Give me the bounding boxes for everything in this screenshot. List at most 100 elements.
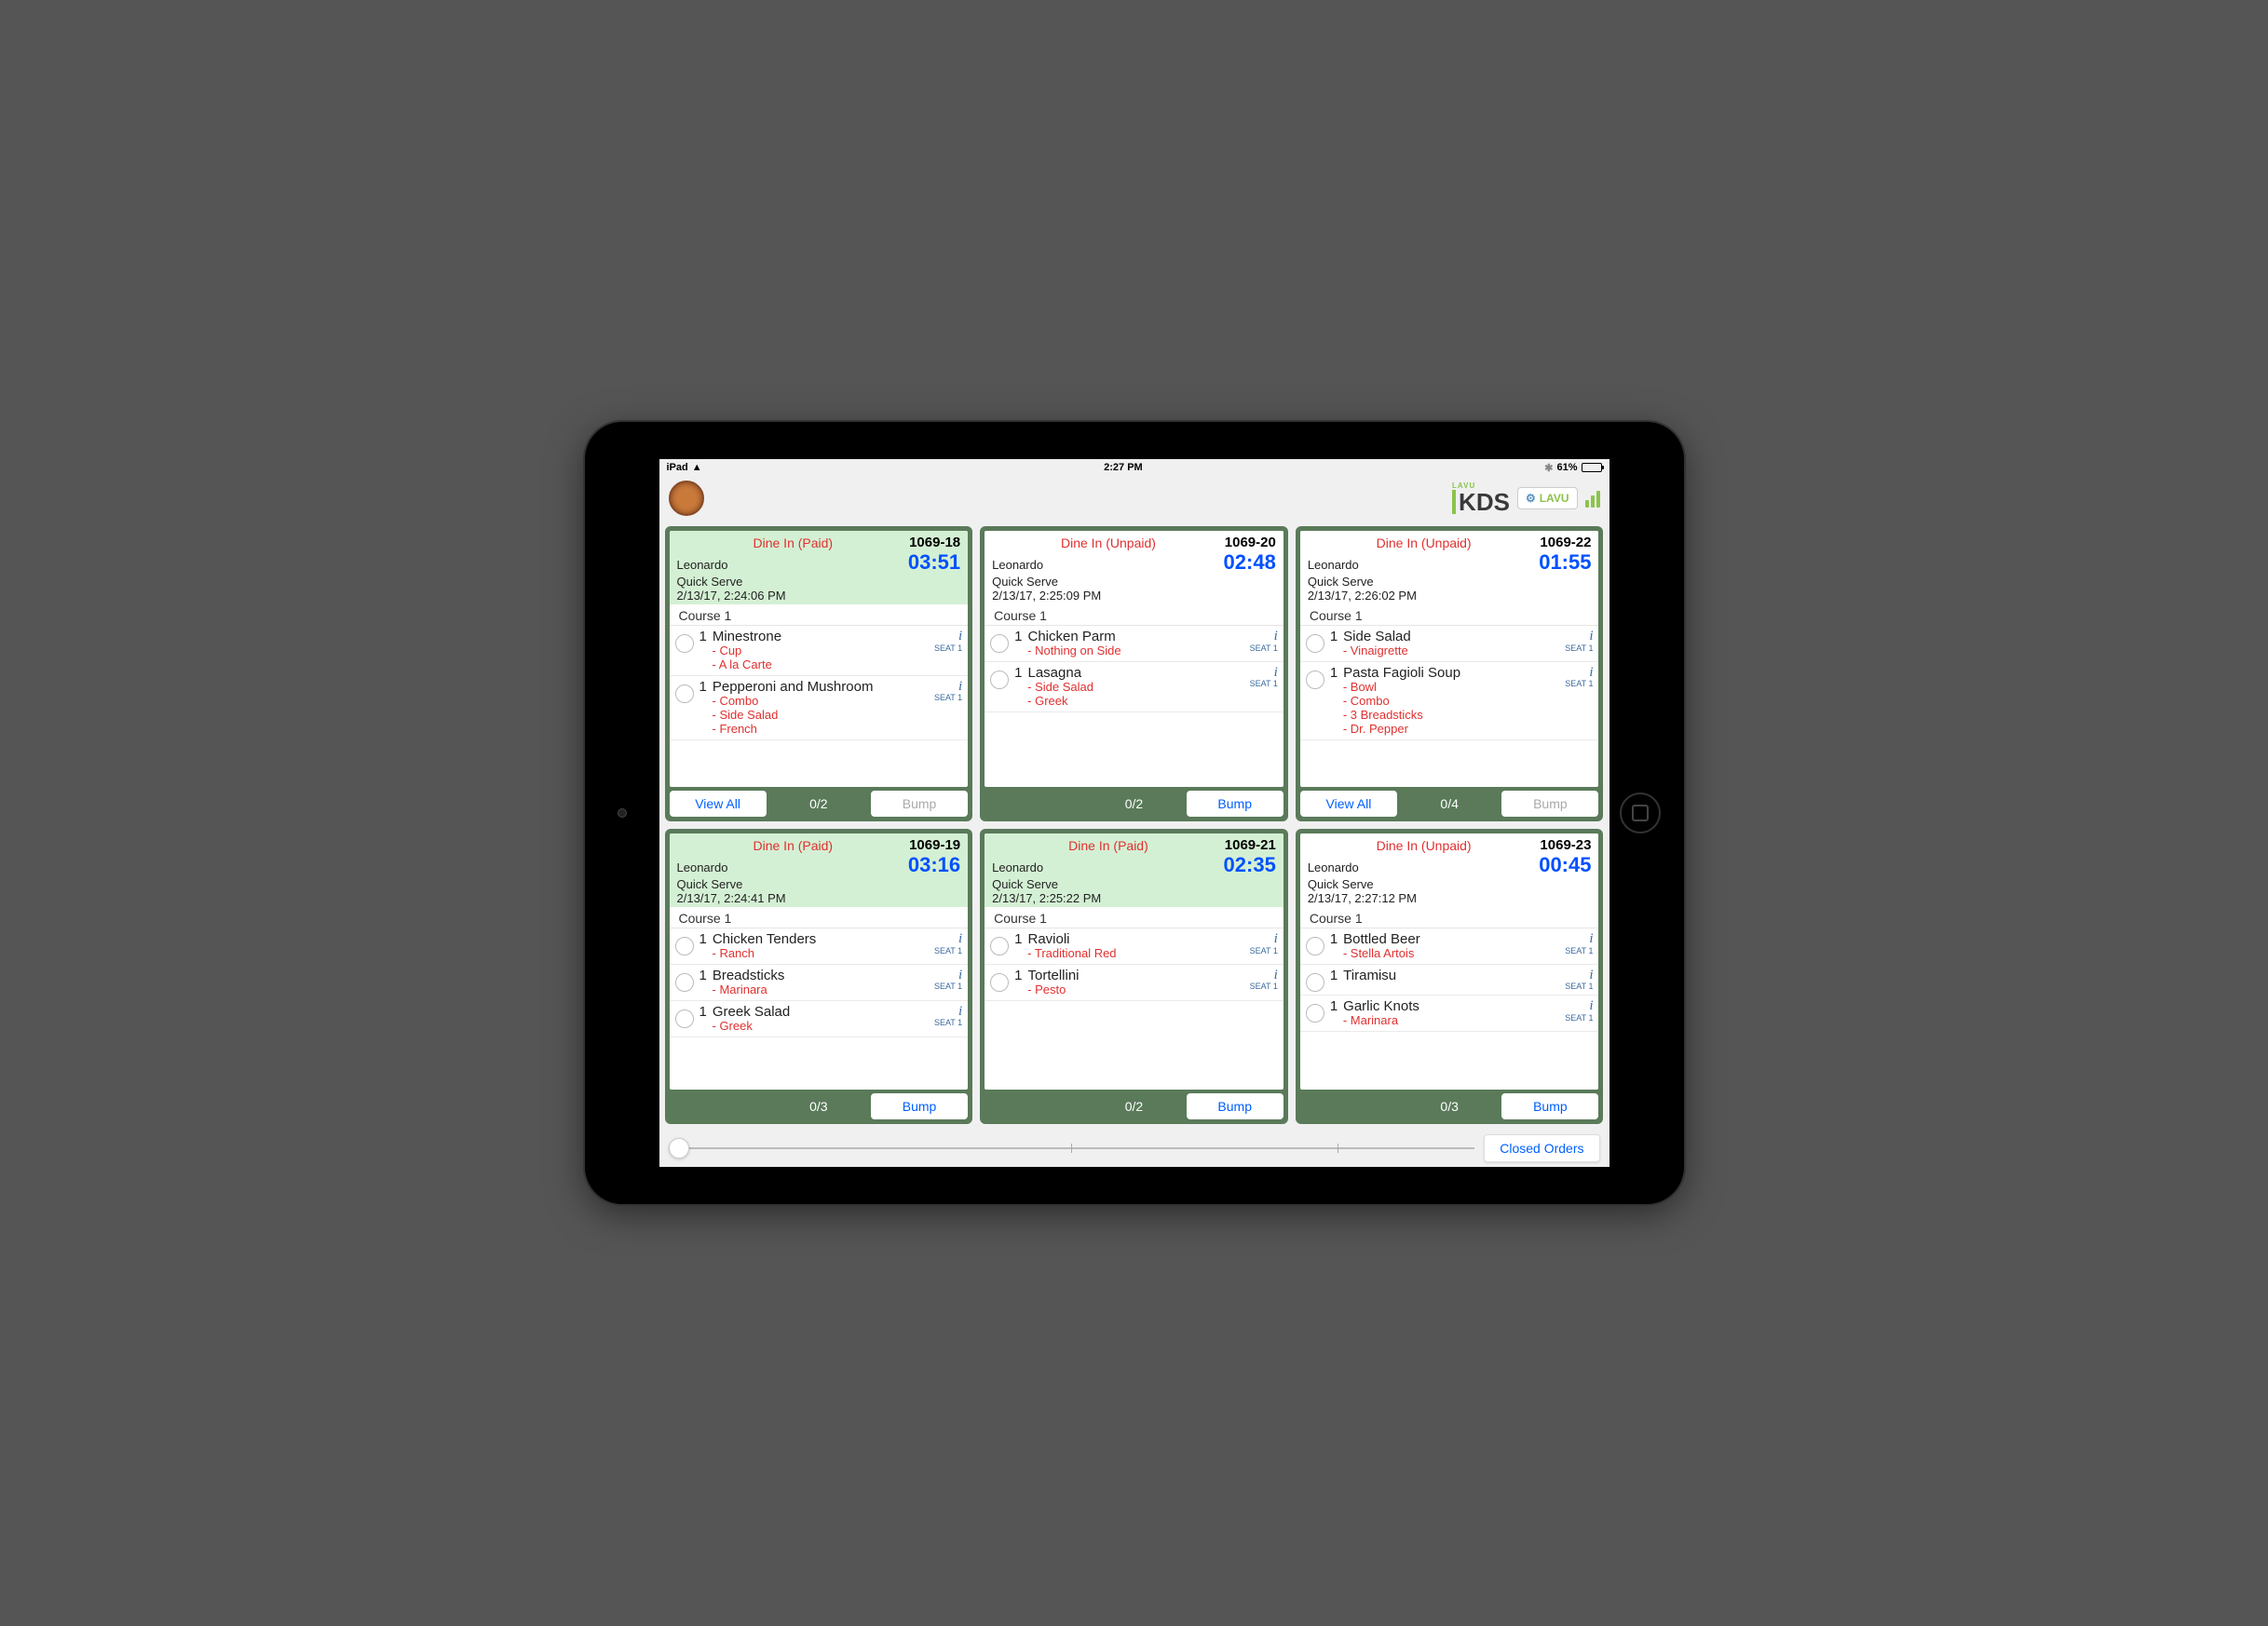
ticket-header[interactable]: Dine In (Paid)1069-18Leonardo03:51Quick … xyxy=(670,531,969,604)
item-checkbox[interactable] xyxy=(675,684,694,703)
ticket-card: Dine In (Unpaid)1069-20Leonardo02:48Quic… xyxy=(980,526,1288,821)
item-name: Chicken Parm xyxy=(1028,629,1116,644)
info-icon[interactable]: i xyxy=(934,1004,962,1020)
course-label: Course 1 xyxy=(670,604,969,626)
ticket-status: Dine In (Unpaid) xyxy=(992,535,1225,550)
ticket-card: Dine In (Unpaid)1069-22Leonardo01:55Quic… xyxy=(1296,526,1604,821)
ticket-item[interactable]: 1Chicken Tenders- RanchiSEAT 1 xyxy=(670,928,969,965)
ticket-header[interactable]: Dine In (Unpaid)1069-22Leonardo01:55Quic… xyxy=(1300,531,1599,604)
ticket-item[interactable]: 1Bottled Beer- Stella ArtoisiSEAT 1 xyxy=(1300,928,1599,965)
ipad-frame: iPad ▲ 2:27 PM ✱ 61% LAVU KDS ⚙ LAVU xyxy=(585,422,1684,1204)
view-all-button[interactable]: View All xyxy=(670,791,767,817)
seat-label: SEAT 1 xyxy=(1565,644,1593,654)
ticket-header[interactable]: Dine In (Paid)1069-21Leonardo02:35Quick … xyxy=(985,833,1283,907)
ticket-status: Dine In (Paid) xyxy=(677,535,910,550)
ticket-order-id: 1069-23 xyxy=(1540,837,1591,853)
item-qty: 1 xyxy=(1014,629,1022,644)
seat-label: SEAT 1 xyxy=(934,694,962,703)
item-checkbox[interactable] xyxy=(675,1009,694,1028)
ticket-status: Dine In (Unpaid) xyxy=(1308,535,1541,550)
item-checkbox[interactable] xyxy=(675,634,694,653)
seat-label: SEAT 1 xyxy=(1250,982,1278,992)
info-icon[interactable]: i xyxy=(1250,665,1278,681)
screen: iPad ▲ 2:27 PM ✱ 61% LAVU KDS ⚙ LAVU xyxy=(659,459,1609,1167)
ticket-item[interactable]: 1Garlic Knots- MarinaraiSEAT 1 xyxy=(1300,996,1599,1032)
ticket-item[interactable]: 1Greek Salad- GreekiSEAT 1 xyxy=(670,1001,969,1037)
info-icon[interactable]: i xyxy=(1565,665,1593,681)
bump-button[interactable]: Bump xyxy=(1187,1093,1283,1119)
ticket-item[interactable]: 1Ravioli- Traditional RediSEAT 1 xyxy=(985,928,1283,965)
info-icon[interactable]: i xyxy=(1565,629,1593,644)
item-checkbox[interactable] xyxy=(1306,937,1324,955)
ticket-item[interactable]: 1Minestrone- Cup- A la CarteiSEAT 1 xyxy=(670,626,969,676)
ticket-item[interactable]: 1Side Salad- VinaigretteiSEAT 1 xyxy=(1300,626,1599,662)
info-icon[interactable]: i xyxy=(934,931,962,947)
pagination-slider[interactable] xyxy=(669,1147,1475,1149)
info-icon[interactable]: i xyxy=(1250,968,1278,983)
info-icon[interactable]: i xyxy=(934,968,962,983)
item-qty: 1 xyxy=(699,968,707,983)
bump-button[interactable]: Bump xyxy=(1187,791,1283,817)
item-modifier: - Side Salad xyxy=(1027,681,1243,695)
ticket-items: 1Ravioli- Traditional RediSEAT 11Tortell… xyxy=(985,928,1283,1090)
ticket-type: Quick Serve xyxy=(992,575,1276,589)
item-checkbox[interactable] xyxy=(675,973,694,992)
ticket-header[interactable]: Dine In (Unpaid)1069-23Leonardo00:45Quic… xyxy=(1300,833,1599,907)
item-checkbox[interactable] xyxy=(1306,973,1324,992)
ticket-item[interactable]: 1Pasta Fagioli Soup- Bowl- Combo- 3 Brea… xyxy=(1300,662,1599,740)
ticket-item[interactable]: 1TiramisuiSEAT 1 xyxy=(1300,965,1599,996)
item-checkbox[interactable] xyxy=(990,634,1009,653)
ticket-item[interactable]: 1Lasagna- Side Salad- GreekiSEAT 1 xyxy=(985,662,1283,712)
info-icon[interactable]: i xyxy=(1565,968,1593,983)
item-checkbox[interactable] xyxy=(1306,634,1324,653)
bump-button: Bump xyxy=(1501,791,1598,817)
ticket-type: Quick Serve xyxy=(677,877,961,891)
ticket-items: 1Chicken Parm- Nothing on SideiSEAT 11La… xyxy=(985,626,1283,787)
item-modifier: - Dr. Pepper xyxy=(1343,723,1559,737)
ticket-server: Leonardo xyxy=(677,558,908,572)
info-icon[interactable]: i xyxy=(1250,629,1278,644)
ticket-item[interactable]: 1Chicken Parm- Nothing on SideiSEAT 1 xyxy=(985,626,1283,662)
item-checkbox[interactable] xyxy=(1306,671,1324,689)
bump-button[interactable]: Bump xyxy=(1501,1093,1598,1119)
seat-label: SEAT 1 xyxy=(934,947,962,956)
lavu-settings-button[interactable]: ⚙ LAVU xyxy=(1517,487,1578,509)
closed-orders-button[interactable]: Closed Orders xyxy=(1484,1134,1599,1162)
item-qty: 1 xyxy=(1014,665,1022,681)
item-count: 0/3 xyxy=(1401,1099,1498,1114)
ticket-item[interactable]: 1Pepperoni and Mushroom- Combo- Side Sal… xyxy=(670,676,969,740)
ipad-camera xyxy=(618,808,627,818)
info-icon[interactable]: i xyxy=(934,629,962,644)
item-checkbox[interactable] xyxy=(675,937,694,955)
ticket-timer: 02:48 xyxy=(1224,550,1276,575)
item-modifier: - Vinaigrette xyxy=(1343,644,1559,658)
ticket-timer: 02:35 xyxy=(1224,853,1276,877)
ticket-server: Leonardo xyxy=(1308,558,1539,572)
item-name: Ravioli xyxy=(1028,931,1070,947)
restaurant-logo[interactable] xyxy=(669,481,704,516)
ticket-item[interactable]: 1Breadsticks- MarinaraiSEAT 1 xyxy=(670,965,969,1001)
ticket-header[interactable]: Dine In (Unpaid)1069-20Leonardo02:48Quic… xyxy=(985,531,1283,604)
item-checkbox[interactable] xyxy=(990,671,1009,689)
ticket-server: Leonardo xyxy=(677,860,908,874)
slider-thumb[interactable] xyxy=(669,1138,689,1159)
item-checkbox[interactable] xyxy=(990,973,1009,992)
ticket-footer: 0/3Bump xyxy=(1300,1090,1599,1119)
info-icon[interactable]: i xyxy=(1565,931,1593,947)
seat-label: SEAT 1 xyxy=(934,1019,962,1028)
item-name: Pepperoni and Mushroom xyxy=(713,679,874,695)
info-icon[interactable]: i xyxy=(934,679,962,695)
app-header: LAVU KDS ⚙ LAVU xyxy=(659,476,1609,521)
ipad-home-button[interactable] xyxy=(1620,793,1661,833)
ticket-timestamp: 2/13/17, 2:27:12 PM xyxy=(1308,891,1592,905)
bump-button[interactable]: Bump xyxy=(871,1093,968,1119)
view-all-button[interactable]: View All xyxy=(1300,791,1397,817)
ticket-header[interactable]: Dine In (Paid)1069-19Leonardo03:16Quick … xyxy=(670,833,969,907)
ticket-item[interactable]: 1Tortellini- PestoiSEAT 1 xyxy=(985,965,1283,1001)
kds-brand-text: KDS xyxy=(1452,490,1510,514)
item-checkbox[interactable] xyxy=(1306,1004,1324,1023)
info-icon[interactable]: i xyxy=(1565,998,1593,1014)
item-checkbox[interactable] xyxy=(990,937,1009,955)
info-icon[interactable]: i xyxy=(1250,931,1278,947)
item-modifier: - French xyxy=(713,723,929,737)
